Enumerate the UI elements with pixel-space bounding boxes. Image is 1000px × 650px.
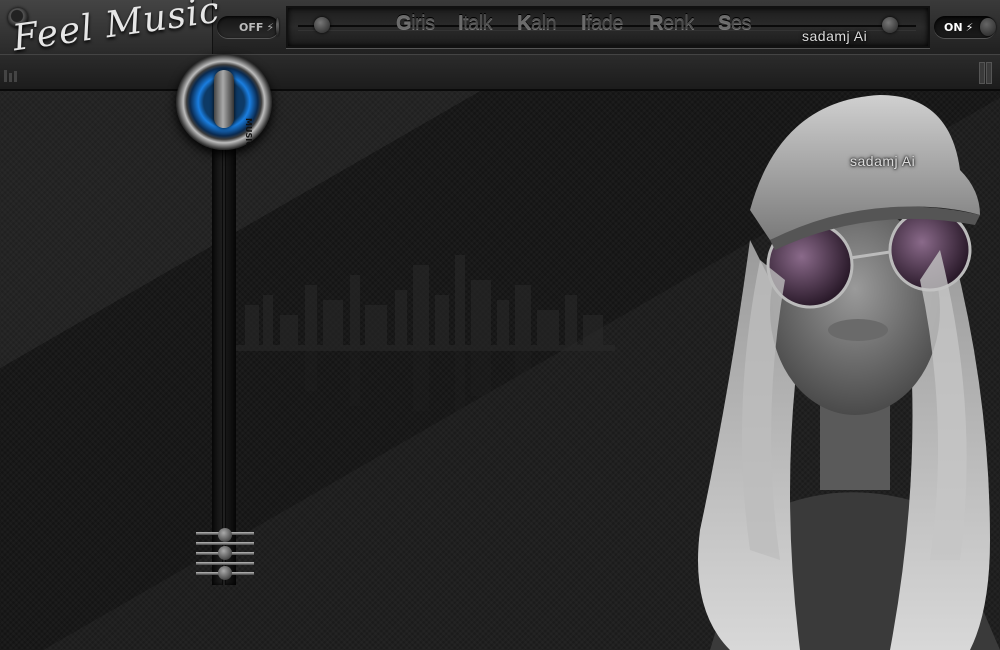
menu-slider-right-knob[interactable]	[882, 17, 898, 33]
toggle-knob	[980, 18, 996, 36]
city-skyline-illustration	[235, 255, 615, 421]
top-signature: sadamj Ai	[802, 28, 868, 44]
music-knob-label: MUSIC	[244, 118, 253, 148]
music-knob-handle: MUSIC	[214, 70, 253, 147]
volume-slider-track[interactable]	[212, 140, 236, 585]
power-on-label: ON	[944, 20, 963, 34]
sub-toolbar	[0, 54, 1000, 91]
power-on-toggle[interactable]: ON ⚡	[934, 16, 996, 38]
menu-slider-left-knob[interactable]	[314, 17, 330, 33]
lightning-icon: ⚡	[965, 20, 974, 34]
portrait-signature: sadamj Ai	[850, 153, 916, 169]
menu-item-italk[interactable]: Italk	[458, 12, 493, 35]
volume-fader-handle[interactable]	[196, 528, 254, 580]
bars-icon	[4, 70, 17, 82]
power-off-label: OFF	[239, 20, 264, 34]
menu-item-kaln[interactable]: Kaln	[517, 12, 557, 35]
power-off-toggle[interactable]: OFF ⚡	[217, 16, 279, 38]
pause-icon[interactable]	[979, 62, 992, 84]
menu-item-renk[interactable]: Renk	[649, 12, 694, 35]
portrait-illustration	[698, 95, 1000, 650]
volume-slider-line	[222, 140, 226, 585]
toggle-knob	[276, 18, 279, 36]
menu-item-ifade[interactable]: Ifade	[581, 12, 623, 35]
app-logo: Feel Music	[10, 0, 223, 60]
page-background: sadamj Ai Feel Music OFF ⚡ Giris Italk K…	[0, 0, 1000, 650]
music-knob-button[interactable]: MUSIC	[176, 54, 272, 150]
lightning-icon: ⚡	[266, 20, 275, 34]
menu-item-giris[interactable]: Giris	[396, 12, 435, 35]
logo-area: Feel Music	[0, 0, 223, 59]
menu-item-ses[interactable]: Ses	[718, 12, 751, 35]
